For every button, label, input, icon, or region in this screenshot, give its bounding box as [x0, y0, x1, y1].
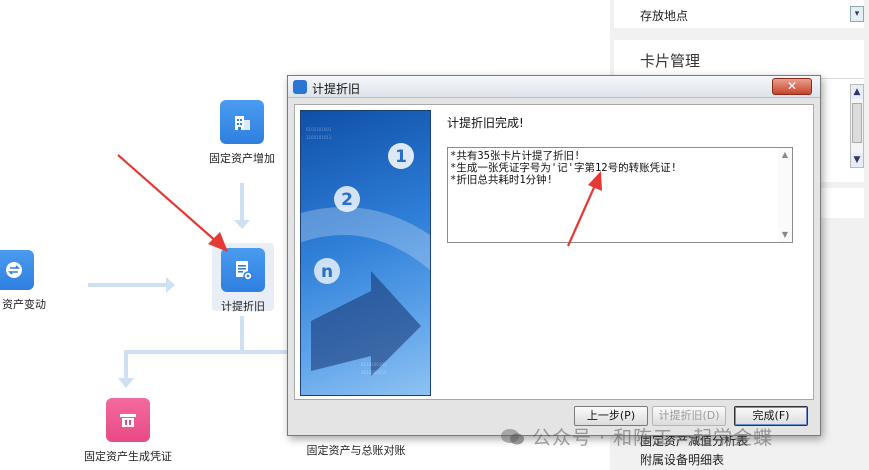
scroll-up-icon[interactable]: ▲: [780, 150, 790, 160]
storage-location-row[interactable]: 存放地点 ▾: [614, 0, 864, 28]
scroll-down-icon[interactable]: ▼: [780, 230, 790, 240]
node-label: 计提折旧: [221, 300, 265, 313]
node-asset-add[interactable]: 固定资产增加: [204, 100, 280, 166]
chevron-down-icon[interactable]: ▾: [850, 6, 864, 22]
flow-line-depr-down: [240, 316, 244, 352]
node-depreciation[interactable]: 计提折旧: [206, 248, 280, 314]
scroll-thumb[interactable]: [852, 103, 862, 143]
scroll-down-icon[interactable]: ▼: [851, 153, 863, 167]
log-lines: *共有35张卡片计提了折旧! *生成一张凭证字号为'记'字第12号的转账凭证! …: [448, 150, 677, 186]
node-label: 固定资产增加: [209, 152, 275, 165]
log-line: *折旧总共耗时1分钟!: [450, 174, 553, 186]
wizard-step-2: 2: [341, 190, 353, 210]
svg-text:0110100101: 0110100101: [361, 362, 387, 367]
svg-text:1011010010: 1011010010: [361, 370, 387, 375]
app-cloud-icon: [293, 80, 307, 94]
building-icon: [220, 100, 264, 144]
flow-line-horizontal-branch: [124, 350, 294, 354]
node-label: 固定资产生成凭证: [84, 450, 172, 463]
flow-line-to-voucher: [124, 350, 128, 380]
node-asset-voucher[interactable]: 固定资产生成凭证: [80, 398, 176, 464]
swap-icon: [0, 250, 34, 290]
panel-scrollbar[interactable]: ▲ ▼: [850, 84, 864, 168]
log-line: *共有35张卡片计提了折旧!: [450, 150, 581, 162]
completion-title: 计提折旧完成!: [447, 116, 524, 130]
dialog-body: 0101101001 1100101011 0110100101 101101001…: [294, 104, 814, 400]
node-asset-change[interactable]: 资产变动: [0, 250, 54, 312]
wechat-icon: [500, 427, 526, 447]
result-log-textarea[interactable]: *共有35张卡片计提了折旧! *生成一张凭证字号为'记'字第12号的转账凭证! …: [447, 147, 793, 243]
svg-text:0101101001: 0101101001: [306, 127, 332, 132]
document-gear-icon: [221, 248, 265, 292]
watermark: 公众号 · 和陈工一起学金蝶: [500, 423, 773, 450]
close-button[interactable]: ✕: [772, 78, 812, 95]
storage-location-label: 存放地点: [640, 9, 689, 23]
node-label: 资产变动: [2, 298, 46, 311]
dialog-titlebar[interactable]: 计提折旧 ✕: [288, 76, 820, 98]
register-icon: [106, 398, 150, 442]
attached-equipment-report-item[interactable]: 附属设备明细表: [640, 451, 724, 468]
dialog-title: 计提折旧: [312, 82, 361, 96]
wizard-step-n: n: [321, 262, 333, 282]
log-line: *生成一张凭证字号为'记'字第12号的转账凭证!: [450, 162, 677, 174]
log-scrollbar[interactable]: ▲ ▼: [778, 148, 792, 242]
scroll-up-icon[interactable]: ▲: [851, 85, 863, 99]
node-asset-reconcile[interactable]: 固定资产与总账对账: [300, 442, 412, 458]
depreciation-dialog: 计提折旧 ✕ 0101101001 1100101011 0110100101 10…: [287, 75, 821, 436]
flow-line-add-to-depr: [240, 183, 244, 223]
flow-line-change-to-depr: [88, 283, 168, 287]
wizard-step-1: 1: [395, 147, 407, 167]
watermark-text: 公众号 · 和陈工一起学金蝶: [532, 427, 774, 449]
node-label: 固定资产与总账对账: [306, 444, 406, 457]
wizard-illustration: 0101101001 1100101011 0110100101 101101001…: [300, 110, 431, 396]
card-management-title: 卡片管理: [640, 52, 701, 70]
svg-text:1100101011: 1100101011: [306, 135, 332, 140]
